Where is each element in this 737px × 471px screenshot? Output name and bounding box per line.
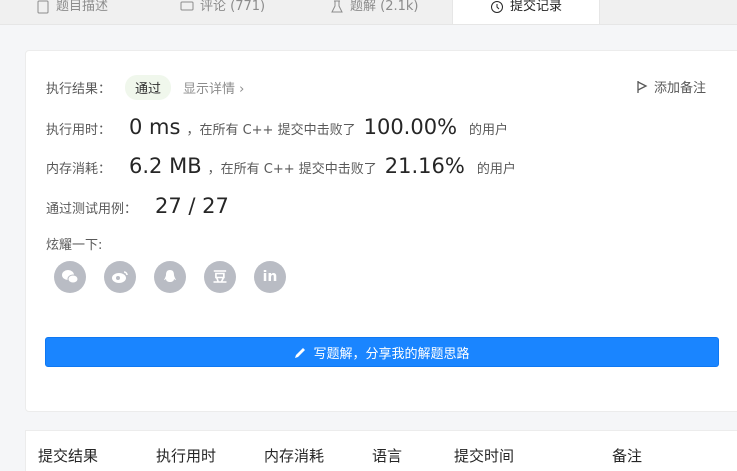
problem-tab-bar: 题目描述 评论 (771) 题解 (2.1k) 提交记录 (0, 0, 737, 25)
write-solution-button[interactable]: 写题解，分享我的解题思路 (45, 337, 719, 367)
runtime-value: 0 ms (129, 115, 181, 139)
weibo-icon[interactable] (104, 261, 136, 293)
tab-solutions-label: 题解 (2.1k) (350, 0, 419, 14)
douban-glyph: 豆 (213, 270, 227, 286)
flag-icon (637, 80, 648, 93)
wechat-icon[interactable] (54, 261, 86, 293)
share-row: 炫耀一下: (46, 234, 102, 253)
tab-description[interactable]: 题目描述 (36, 0, 108, 24)
share-label: 炫耀一下: (46, 238, 103, 253)
runtime-comparison-text: ，在所有 C++ 提交中击败了 (186, 123, 356, 138)
share-icons: 豆 in (54, 261, 286, 293)
memory-percent: 21.16% (384, 154, 465, 178)
memory-comparison-text: ，在所有 C++ 提交中击败了 (207, 162, 377, 177)
memory-suffix: 的用户 (476, 162, 516, 177)
show-details-link[interactable]: 显示详情 › (183, 78, 244, 97)
tests-row: 通过测试用例： 27 / 27 (46, 194, 229, 218)
tests-value: 27 / 27 (155, 194, 229, 218)
linkedin-icon[interactable]: in (254, 261, 286, 293)
tab-submissions-label: 提交记录 (509, 0, 562, 14)
tab-comments[interactable]: 评论 (771) (180, 0, 265, 24)
document-icon (37, 0, 49, 14)
status-badge: 通过 (125, 75, 172, 100)
qq-icon[interactable] (154, 261, 186, 293)
result-label: 执行结果： (46, 82, 112, 97)
add-note-button[interactable]: 添加备注 (636, 77, 706, 96)
comment-icon (180, 1, 194, 11)
submission-result-card: 执行结果： 通过 显示详情 › 添加备注 执行用时： 0 ms ，在所有 C++… (25, 50, 737, 412)
add-note-label: 添加备注 (653, 81, 706, 96)
tab-comments-label: 评论 (771) (200, 0, 266, 14)
memory-label: 内存消耗： (46, 162, 112, 177)
runtime-percent: 100.00% (363, 115, 458, 139)
clock-icon (490, 1, 503, 13)
memory-value: 6.2 MB (129, 154, 202, 178)
runtime-row: 执行用时： 0 ms ，在所有 C++ 提交中击败了 100.00% 的用户 (46, 115, 508, 139)
tab-description-label: 题目描述 (56, 0, 109, 14)
runtime-label: 执行用时： (46, 123, 112, 138)
result-row: 执行结果： 通过 显示详情 › (46, 75, 244, 100)
beaker-icon (331, 0, 343, 13)
tab-submissions[interactable]: 提交记录 (452, 0, 600, 24)
tests-label: 通过测试用例： (46, 202, 138, 217)
pencil-icon (295, 347, 306, 358)
tab-solutions[interactable]: 题解 (2.1k) (330, 0, 418, 24)
douban-icon[interactable]: 豆 (204, 261, 236, 293)
write-solution-label: 写题解，分享我的解题思路 (313, 346, 470, 362)
memory-row: 内存消耗： 6.2 MB ，在所有 C++ 提交中击败了 21.16% 的用户 (46, 154, 516, 178)
linkedin-glyph: in (262, 269, 278, 285)
runtime-suffix: 的用户 (469, 123, 509, 138)
submissions-table-header: 提交结果 执行用时 内存消耗 语言 提交时间 备注 (25, 430, 737, 471)
